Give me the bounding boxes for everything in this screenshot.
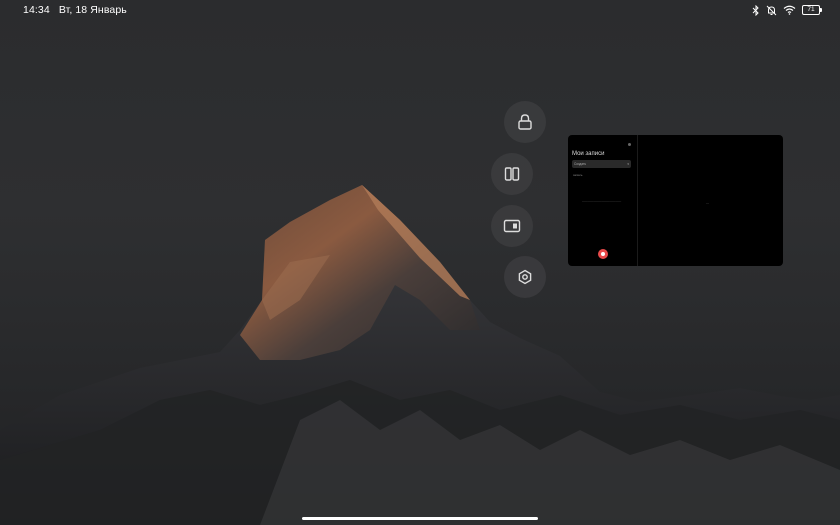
record-button bbox=[598, 249, 608, 259]
bell-off-icon bbox=[766, 5, 777, 15]
app-subtitle: запись bbox=[573, 173, 583, 177]
app-preview-window[interactable]: Мои записи Создать ▾ запись ————————————… bbox=[568, 135, 783, 266]
app-title: Мои записи bbox=[572, 151, 605, 157]
app-dropdown: Создать ▾ bbox=[572, 160, 631, 168]
chevron-down-icon: ▾ bbox=[627, 162, 629, 166]
split-screen-icon bbox=[504, 167, 520, 181]
floating-window-button[interactable] bbox=[491, 205, 533, 247]
wifi-icon bbox=[783, 5, 796, 15]
clock: 14:34 bbox=[23, 4, 50, 16]
date: Вт, 18 Январь bbox=[58, 4, 127, 16]
battery-icon: 71 bbox=[802, 5, 822, 15]
more-icon bbox=[628, 143, 631, 146]
settings-button[interactable] bbox=[504, 256, 546, 298]
lock-icon bbox=[518, 114, 532, 130]
status-bar: 14:34 Вт, 18 Январь 71 bbox=[0, 0, 840, 22]
app-preview-left-pane: Мои записи Создать ▾ запись ————————————… bbox=[568, 135, 638, 266]
app-preview-right-pane: — bbox=[706, 201, 709, 205]
empty-placeholder-line: —————————————— bbox=[582, 199, 622, 203]
floating-window-icon bbox=[503, 219, 521, 233]
lock-button[interactable] bbox=[504, 101, 546, 143]
split-screen-button[interactable] bbox=[491, 153, 533, 195]
bluetooth-icon bbox=[752, 4, 759, 16]
home-indicator[interactable] bbox=[302, 517, 538, 520]
settings-icon bbox=[518, 269, 532, 285]
